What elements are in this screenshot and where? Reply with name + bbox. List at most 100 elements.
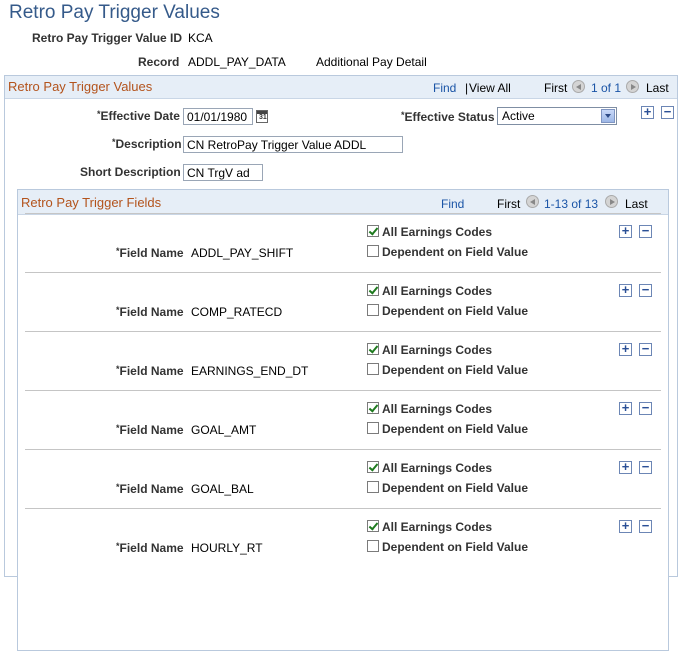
trigger-fields-title: Retro Pay Trigger Fields <box>21 195 162 210</box>
description-input[interactable]: CN RetroPay Trigger Value ADDL <box>183 136 403 153</box>
all-earnings-codes-checkbox[interactable] <box>367 461 379 473</box>
add-row-icon[interactable]: + <box>619 519 632 533</box>
dependent-on-field-value-checkbox[interactable] <box>367 422 379 434</box>
field-name-value: GOAL_AMT <box>191 423 257 437</box>
previous-icon[interactable] <box>572 80 585 93</box>
row-range: 1 of 1 <box>591 81 622 95</box>
field-name-value: ADDL_PAY_SHIFT <box>191 246 294 260</box>
effective-date-label-text: Effective Date <box>100 109 180 123</box>
dependent-on-field-value-label: Dependent on Field Value <box>382 363 529 377</box>
all-earnings-codes-checkbox[interactable] <box>367 343 379 355</box>
table-row: *Field Name GOAL_AMT All Earnings Codes Dep… <box>25 390 661 450</box>
field-name-value: EARNINGS_END_DT <box>191 364 309 378</box>
effective-status-label-text: Effective Status <box>404 110 495 124</box>
add-row-icon[interactable]: + <box>619 342 632 356</box>
field-name-value: GOAL_BAL <box>191 482 254 496</box>
dependent-on-field-value-label: Dependent on Field Value <box>382 245 529 259</box>
delete-row-icon[interactable]: − <box>661 105 674 119</box>
effective-date-input[interactable]: 01/01/1980 <box>183 108 253 125</box>
dependent-on-field-value-checkbox[interactable] <box>367 304 379 316</box>
add-row-icon[interactable]: + <box>619 283 632 297</box>
field-name-label: *Field Name <box>116 423 184 437</box>
field-name-label: *Field Name <box>116 541 184 555</box>
all-earnings-codes-label: All Earnings Codes <box>382 461 493 475</box>
find-link[interactable]: Find <box>433 81 456 95</box>
fields-next-icon[interactable] <box>605 195 618 208</box>
dependent-on-field-value-label: Dependent on Field Value <box>382 422 529 436</box>
delete-row-icon[interactable]: − <box>639 460 652 474</box>
all-earnings-codes-label: All Earnings Codes <box>382 343 493 357</box>
add-row-icon[interactable]: + <box>641 105 654 119</box>
all-earnings-codes-checkbox[interactable] <box>367 225 379 237</box>
description-label: *Description <box>112 137 182 151</box>
add-row-icon[interactable]: + <box>619 224 632 238</box>
field-name-value: COMP_RATECD <box>191 305 283 319</box>
field-name-label-text: Field Name <box>119 423 184 437</box>
table-row: *Field Name COMP_RATECD All Earnings Codes… <box>25 272 661 332</box>
dependent-on-field-value-checkbox[interactable] <box>367 363 379 375</box>
effective-status-select[interactable]: Active <box>497 107 617 125</box>
field-name-label-text: Field Name <box>119 541 184 555</box>
fields-first-label: First <box>497 197 521 211</box>
table-row: *Field Name ADDL_PAY_SHIFT All Earnings Co… <box>25 213 661 273</box>
dependent-on-field-value-label: Dependent on Field Value <box>382 540 529 554</box>
trigger-fields-group: Retro Pay Trigger Fields Find First 1-13… <box>17 189 669 651</box>
dependent-on-field-value-checkbox[interactable] <box>367 540 379 552</box>
calendar-icon[interactable]: 31 <box>256 110 268 123</box>
field-name-label: *Field Name <box>116 246 184 260</box>
trigger-id-label: Retro Pay Trigger Value ID <box>32 31 183 45</box>
last-label: Last <box>646 81 669 95</box>
effective-date-label: *Effective Date <box>97 109 180 123</box>
delete-row-icon[interactable]: − <box>639 283 652 297</box>
table-row: *Field Name GOAL_BAL All Earnings Codes Dep… <box>25 449 661 509</box>
add-row-icon[interactable]: + <box>619 401 632 415</box>
all-earnings-codes-checkbox[interactable] <box>367 520 379 532</box>
trigger-values-title: Retro Pay Trigger Values <box>8 79 153 94</box>
dependent-on-field-value-label: Dependent on Field Value <box>382 481 529 495</box>
delete-row-icon[interactable]: − <box>639 342 652 356</box>
fields-last-label: Last <box>625 197 648 211</box>
short-description-input[interactable]: CN TrgV ad <box>183 164 263 181</box>
next-icon[interactable] <box>626 80 639 93</box>
field-name-label: *Field Name <box>116 482 184 496</box>
all-earnings-codes-label: All Earnings Codes <box>382 402 493 416</box>
field-name-label-text: Field Name <box>119 364 184 378</box>
page-title: Retro Pay Trigger Values <box>9 2 220 23</box>
all-earnings-codes-checkbox[interactable] <box>367 284 379 296</box>
nav-separator: | <box>465 81 469 95</box>
field-name-label: *Field Name <box>116 305 184 319</box>
delete-row-icon[interactable]: − <box>639 401 652 415</box>
record-label: Record <box>138 55 180 69</box>
field-name-label-text: Field Name <box>119 482 184 496</box>
fields-find-link[interactable]: Find <box>441 197 464 211</box>
all-earnings-codes-label: All Earnings Codes <box>382 284 493 298</box>
effective-status-label: *Effective Status <box>401 110 495 124</box>
dependent-on-field-value-checkbox[interactable] <box>367 245 379 257</box>
first-label: First <box>544 81 568 95</box>
dependent-on-field-value-checkbox[interactable] <box>367 481 379 493</box>
field-name-label-text: Field Name <box>119 305 184 319</box>
trigger-id-value: KCA <box>188 31 213 45</box>
add-row-icon[interactable]: + <box>619 460 632 474</box>
chevron-down-icon[interactable] <box>601 109 615 123</box>
calendar-day: 31 <box>259 114 267 121</box>
field-name-label: *Field Name <box>116 364 184 378</box>
all-earnings-codes-label: All Earnings Codes <box>382 520 493 534</box>
trigger-values-header: Retro Pay Trigger Values Find | View All… <box>5 76 677 99</box>
fields-row-range: 1-13 of 13 <box>544 197 599 211</box>
all-earnings-codes-label: All Earnings Codes <box>382 225 493 239</box>
description-label-text: Description <box>115 137 182 151</box>
delete-row-icon[interactable]: − <box>639 519 652 533</box>
table-row: *Field Name HOURLY_RT All Earnings Codes De… <box>25 508 661 568</box>
field-name-value: HOURLY_RT <box>191 541 263 555</box>
trigger-fields-header: Retro Pay Trigger Fields Find First 1-13… <box>18 190 668 215</box>
view-all-link[interactable]: View All <box>469 81 511 95</box>
all-earnings-codes-checkbox[interactable] <box>367 402 379 414</box>
effective-status-value: Active <box>502 109 535 123</box>
field-name-label-text: Field Name <box>119 246 184 260</box>
fields-previous-icon[interactable] <box>526 195 539 208</box>
dependent-on-field-value-label: Dependent on Field Value <box>382 304 529 318</box>
record-value: ADDL_PAY_DATA <box>188 55 286 69</box>
delete-row-icon[interactable]: − <box>639 224 652 238</box>
record-description: Additional Pay Detail <box>316 55 427 69</box>
